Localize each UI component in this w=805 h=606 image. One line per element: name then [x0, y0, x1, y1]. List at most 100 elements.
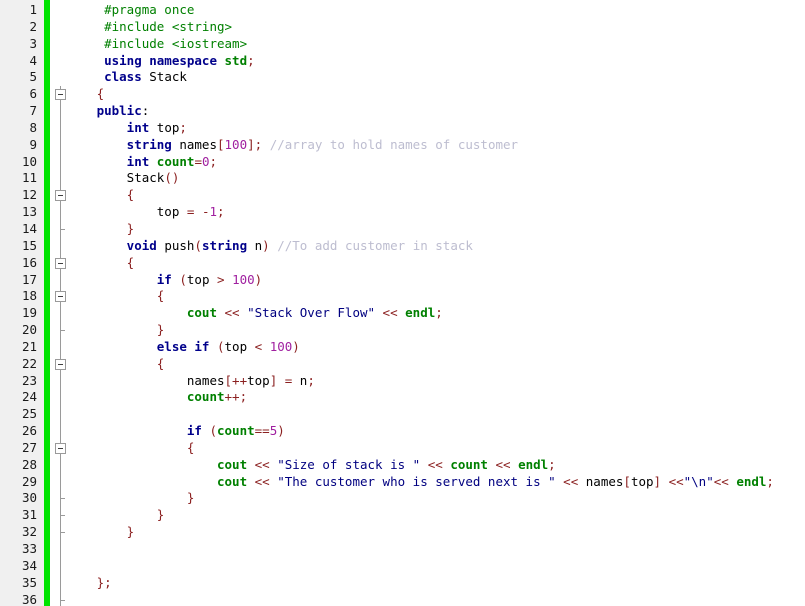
code-line[interactable]: }; [69, 575, 805, 592]
code-token: "The customer who is served next is " [277, 473, 556, 489]
fold-margin-row [54, 557, 69, 575]
code-line[interactable] [69, 541, 805, 558]
fold-collapse-icon[interactable] [55, 190, 66, 202]
code-line[interactable] [69, 558, 805, 575]
fold-trunk-line [60, 170, 61, 188]
line-number: 26 [21, 423, 37, 439]
line-number: 6 [29, 86, 37, 102]
code-token: = - [186, 204, 210, 220]
code-line[interactable]: { [69, 187, 805, 204]
code-line[interactable]: int top; [69, 120, 805, 137]
fold-collapse-icon[interactable] [55, 291, 66, 303]
code-line[interactable]: { [69, 356, 805, 373]
code-line[interactable]: cout << "Stack Over Flow" << endl; [69, 305, 805, 322]
line-number: 2 [29, 18, 37, 34]
code-folding-margin[interactable] [54, 0, 69, 606]
code-line[interactable]: { [69, 86, 805, 103]
code-token: endl [736, 473, 767, 489]
fold-end-tick [60, 515, 65, 517]
code-line[interactable]: cout << "Size of stack is " << count << … [69, 457, 805, 474]
code-line[interactable]: } [69, 322, 805, 339]
line-number: 22 [21, 355, 37, 371]
code-line[interactable]: #pragma once [69, 2, 805, 19]
fold-margin-row [54, 170, 69, 188]
fold-collapse-icon[interactable] [55, 89, 66, 101]
fold-trunk-line [60, 237, 61, 255]
fold-margin-row [54, 19, 69, 36]
fold-margin-row [54, 271, 69, 289]
fold-margin-row [54, 406, 69, 424]
code-token: class [74, 69, 150, 85]
code-token: names [585, 473, 624, 489]
code-editor[interactable]: 1 2 3 4 5 6 7 8 9 10 11 12 13 14 15 16 17 18 19 20 21 22 23 24 2… [0, 0, 805, 606]
code-token: ; [209, 153, 218, 169]
code-token: 100 [224, 136, 248, 152]
code-line[interactable] [69, 406, 805, 423]
line-number: 30 [21, 490, 37, 506]
code-token: top [224, 338, 255, 354]
code-token: 0 [201, 153, 210, 169]
code-line[interactable]: public: [69, 103, 805, 120]
line-number: 14 [21, 220, 37, 236]
code-token: top [186, 271, 217, 287]
code-line[interactable]: { [69, 288, 805, 305]
code-line[interactable]: { [69, 440, 805, 457]
fold-trunk-line [60, 423, 61, 440]
code-token: "Size of stack is " [277, 456, 421, 472]
code-token: ( [194, 237, 202, 253]
fold-collapse-icon[interactable] [55, 358, 66, 370]
code-line[interactable]: using namespace std; [69, 53, 805, 70]
code-line[interactable]: if (top > 100) [69, 272, 805, 289]
code-line[interactable]: names[++top] = n; [69, 373, 805, 390]
code-line[interactable]: #include <string> [69, 19, 805, 36]
fold-margin-row [54, 456, 69, 474]
code-line[interactable]: } [69, 507, 805, 524]
code-token: << [254, 456, 278, 472]
code-token: { [74, 254, 135, 270]
fold-collapse-icon[interactable] [55, 442, 66, 454]
code-token: { [74, 355, 165, 371]
code-line[interactable]: else if (top < 100) [69, 339, 805, 356]
code-token: { [74, 288, 165, 304]
fold-margin-row [54, 220, 69, 238]
code-line[interactable]: count++; [69, 389, 805, 406]
line-number: 19 [21, 305, 37, 321]
code-line[interactable]: Stack() [69, 170, 805, 187]
fold-margin-row [54, 288, 69, 306]
code-token: top [247, 372, 270, 388]
code-line[interactable]: string names[100]; //array to hold names… [69, 137, 805, 154]
code-line[interactable]: void push(string n) //To add customer in… [69, 238, 805, 255]
code-line[interactable]: if (count==5) [69, 423, 805, 440]
code-line[interactable]: class Stack [69, 69, 805, 86]
line-number: 11 [21, 170, 37, 186]
fold-margin-row [54, 574, 69, 592]
code-line[interactable]: { [69, 255, 805, 272]
code-token: ; [548, 456, 556, 472]
fold-margin-row [54, 355, 69, 373]
code-line[interactable] [69, 592, 805, 606]
fold-margin-row [54, 86, 69, 104]
fold-trunk-line [60, 136, 61, 154]
code-line[interactable]: top = -1; [69, 204, 805, 221]
code-token: ; [307, 372, 315, 388]
code-token: ; [247, 52, 255, 68]
code-line[interactable]: int count=0; [69, 154, 805, 171]
fold-margin-row [54, 69, 69, 86]
code-line[interactable]: cout << "The customer who is served next… [69, 474, 805, 491]
code-token: { [74, 187, 135, 203]
code-token: = [194, 153, 202, 169]
fold-end-tick [60, 599, 65, 601]
code-token: cout [74, 473, 255, 489]
line-number-gutter[interactable]: 1 2 3 4 5 6 7 8 9 10 11 12 13 14 15 16 17 18 19 20 21 22 23 24 2… [0, 0, 44, 606]
code-line[interactable]: #include <iostream> [69, 36, 805, 53]
code-line[interactable]: } [69, 221, 805, 238]
code-token: 100 [232, 271, 255, 287]
code-text-area[interactable]: #pragma once #include <string> #include … [69, 0, 805, 606]
code-line[interactable]: } [69, 490, 805, 507]
fold-margin-row [54, 53, 69, 70]
code-token: > [217, 271, 233, 287]
code-token: ( [217, 338, 225, 354]
code-token: cout [74, 456, 255, 472]
code-line[interactable]: } [69, 524, 805, 541]
fold-collapse-icon[interactable] [55, 257, 66, 269]
